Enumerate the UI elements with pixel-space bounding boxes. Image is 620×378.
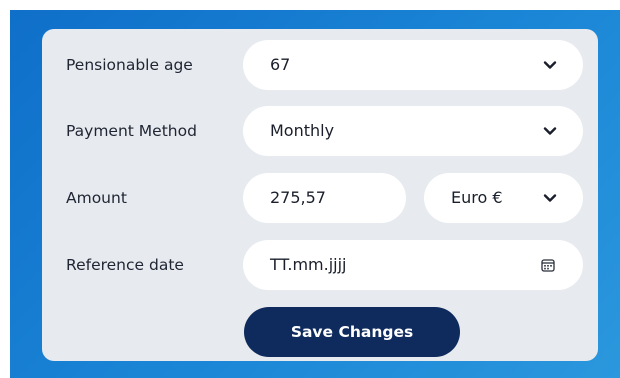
payment-method-select[interactable]: Monthly — [243, 106, 583, 156]
pensionable-age-select[interactable]: 67 — [243, 40, 583, 90]
reference-date-placeholder: TT.mm.jjjj — [270, 255, 347, 274]
pensionable-age-label: Pensionable age — [66, 56, 193, 74]
chevron-down-icon — [543, 61, 557, 69]
amount-input[interactable]: 275,57 — [243, 173, 406, 223]
calendar-icon[interactable] — [541, 258, 555, 272]
payment-method-value: Monthly — [270, 121, 335, 140]
reference-date-label: Reference date — [66, 256, 184, 274]
chevron-down-icon — [543, 194, 557, 202]
currency-select[interactable]: Euro € — [424, 173, 583, 223]
currency-value: Euro € — [451, 188, 503, 207]
chevron-down-icon — [543, 127, 557, 135]
amount-value: 275,57 — [270, 188, 326, 207]
payment-method-label: Payment Method — [66, 122, 197, 140]
pensionable-age-value: 67 — [270, 55, 291, 74]
amount-label: Amount — [66, 189, 127, 207]
save-changes-button[interactable]: Save Changes — [244, 307, 460, 357]
reference-date-input[interactable]: TT.mm.jjjj — [243, 240, 583, 290]
